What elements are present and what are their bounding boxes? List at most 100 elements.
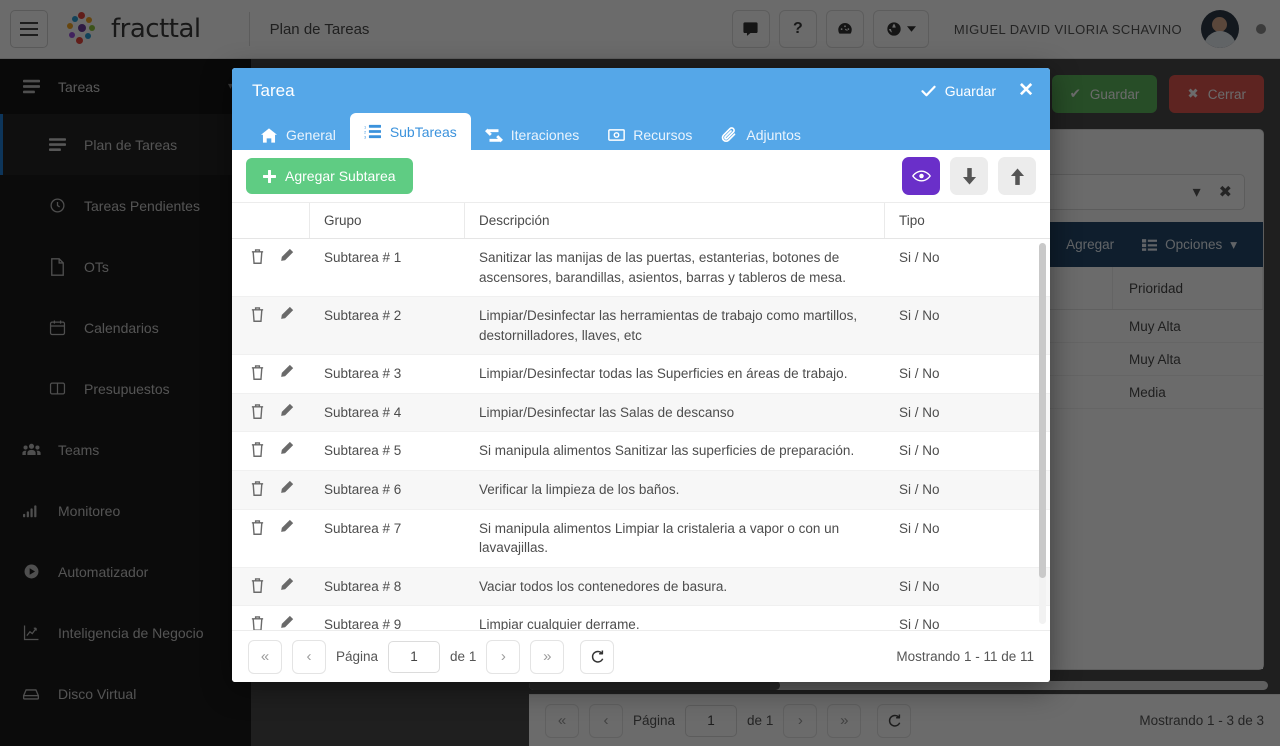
sidebar-item-label: Tareas Pendientes (84, 197, 200, 214)
user-name: MIGUEL DAVID VILORIA SCHAVINO (953, 21, 1182, 37)
table-row[interactable]: Subtarea # 9 Limpiar cualquier derrame. Si… (232, 606, 1050, 630)
agregar-subtarea-button[interactable]: Agregar Subtarea (246, 158, 413, 194)
calendar-icon (44, 319, 70, 336)
pencil-icon[interactable] (279, 403, 294, 420)
sidebar-item-presupuestos[interactable]: Presupuestos (0, 358, 251, 419)
table-row[interactable]: Subtarea # 7 Si manipula alimentos Limpia… (232, 510, 1050, 568)
cell-grupo: Subtarea # 8 (324, 578, 402, 594)
sidebar-item-inteligencia-de-negocio[interactable]: Inteligencia de Negocio (0, 602, 251, 663)
pencil-icon[interactable] (279, 306, 294, 323)
hamburger-icon[interactable] (10, 10, 48, 48)
trend-chart-icon (18, 624, 44, 641)
pencil-icon[interactable] (279, 615, 294, 630)
refresh-icon[interactable] (877, 703, 912, 738)
cell-grupo: Subtarea # 2 (324, 308, 402, 324)
column-header-actions (232, 203, 310, 238)
double-chevron-left-icon[interactable]: « (545, 703, 579, 738)
tab-general[interactable]: General (246, 120, 350, 150)
row-actions (232, 577, 310, 594)
chevron-right-icon[interactable]: › (486, 639, 521, 674)
sidebar-item-monitoreo[interactable]: Monitoreo (0, 480, 251, 541)
speedometer-icon[interactable] (825, 10, 864, 48)
cell-tipo: Si / No (899, 404, 940, 420)
svg-text:3: 3 (364, 134, 367, 139)
trash-icon[interactable] (250, 577, 265, 594)
cell-tipo: Si / No (899, 308, 940, 324)
people-icon (18, 442, 44, 457)
double-chevron-left-icon[interactable]: « (248, 639, 282, 674)
table-row[interactable]: Subtarea # 3 Limpiar/Desinfectar todas la… (232, 355, 1050, 394)
tab-recursos[interactable]: Recursos (593, 120, 706, 150)
cell-tipo: Si / No (899, 617, 940, 630)
sidebar-item-label: Monitoreo (58, 502, 121, 519)
table-row[interactable]: Subtarea # 6 Verificar la limpieza de los… (232, 470, 1050, 510)
chat-bubble-icon[interactable] (731, 10, 770, 48)
close-icon[interactable]: ✕ (1018, 79, 1034, 102)
trash-icon[interactable] (250, 364, 265, 381)
chevron-left-icon[interactable]: ‹ (292, 639, 326, 674)
sidebar-item-automatizador[interactable]: Automatizador (0, 541, 251, 602)
opciones-button[interactable]: Opciones ▾ (1142, 237, 1237, 253)
tab-iteraciones[interactable]: Iteraciones (471, 120, 593, 150)
eye-icon[interactable] (902, 157, 940, 195)
cell-descripcion: Si manipula alimentos Sanitizar las supe… (479, 443, 855, 459)
modal-header: Tarea Guardar ✕ (232, 68, 1050, 113)
close-button[interactable]: ✖ Cerrar (1169, 75, 1264, 113)
trash-icon[interactable] (250, 615, 265, 630)
pencil-icon[interactable] (279, 577, 294, 594)
avatar[interactable] (1201, 10, 1239, 48)
tab-subtareas[interactable]: 123 SubTareas (349, 113, 471, 150)
sidebar-item-label: Calendarios (84, 319, 159, 336)
subtareas-table-header: Grupo Descripción Tipo (232, 203, 1050, 239)
clear-icon[interactable]: ✖ (1219, 182, 1232, 202)
trash-icon[interactable] (250, 248, 265, 265)
pencil-icon[interactable] (279, 441, 294, 458)
refresh-icon[interactable] (580, 639, 615, 674)
chevron-left-icon[interactable]: ‹ (589, 703, 623, 738)
horizontal-scrollbar[interactable] (529, 681, 1268, 690)
trash-icon[interactable] (250, 519, 265, 536)
vertical-scrollbar[interactable] (1039, 243, 1046, 624)
row-actions (232, 364, 310, 381)
repeat-icon (484, 126, 503, 144)
sidebar-item-disco-virtual[interactable]: Disco Virtual (0, 663, 251, 724)
double-chevron-right-icon[interactable]: » (530, 639, 565, 674)
arrow-down-icon[interactable] (950, 157, 988, 195)
page-title: Plan de Tareas (269, 20, 370, 38)
trash-icon[interactable] (250, 403, 265, 420)
save-button[interactable]: ✔ Guardar (1051, 75, 1158, 113)
pencil-icon[interactable] (279, 519, 294, 536)
sidebar-item-teams[interactable]: Teams (0, 419, 251, 480)
table-row[interactable]: Subtarea # 4 Limpiar/Desinfectar las Sala… (232, 393, 1050, 433)
sidebar-item-plan-de-tareas[interactable]: Plan de Tareas (0, 114, 251, 175)
globe-icon[interactable] (872, 10, 929, 48)
table-row[interactable]: Subtarea # 8 Vaciar todos los contenedore… (232, 567, 1050, 607)
trash-icon[interactable] (250, 480, 265, 497)
sidebar-item-ots[interactable]: OTs (0, 236, 251, 297)
chevron-right-icon[interactable]: › (783, 703, 818, 738)
pencil-icon[interactable] (279, 364, 294, 381)
cell-descripcion: Limpiar cualquier derrame. (479, 617, 640, 630)
arrow-up-icon[interactable] (998, 157, 1036, 195)
pencil-icon[interactable] (279, 480, 294, 497)
page-input[interactable] (685, 704, 738, 737)
row-actions (232, 248, 310, 265)
pencil-icon[interactable] (279, 248, 294, 265)
sidebar-item-calendarios[interactable]: Calendarios (0, 297, 251, 358)
tab-adjuntos[interactable]: Adjuntos (706, 120, 814, 150)
table-row[interactable]: Subtarea # 5 Si manipula alimentos Saniti… (232, 432, 1050, 471)
sidebar-group-tareas[interactable]: Tareas ▾ (0, 59, 251, 114)
question-mark-icon[interactable]: ? (778, 10, 817, 48)
trash-icon[interactable] (250, 441, 265, 458)
modal-save-button[interactable]: Guardar (921, 83, 996, 99)
table-row[interactable]: Subtarea # 1 Sanitizar las manijas de las… (232, 239, 1050, 298)
table-row[interactable]: Subtarea # 2 Limpiar/Desinfectar las herr… (232, 297, 1050, 356)
page-input[interactable] (388, 640, 441, 673)
agregar-button[interactable]: Agregar (1066, 237, 1114, 252)
document-icon (44, 257, 70, 276)
trash-icon[interactable] (250, 306, 265, 323)
showing-label: Mostrando 1 - 11 de 11 (896, 649, 1034, 664)
sidebar-item-tareas-pendientes[interactable]: Tareas Pendientes (0, 175, 251, 236)
status-dot (1256, 24, 1266, 34)
double-chevron-right-icon[interactable]: » (827, 703, 862, 738)
